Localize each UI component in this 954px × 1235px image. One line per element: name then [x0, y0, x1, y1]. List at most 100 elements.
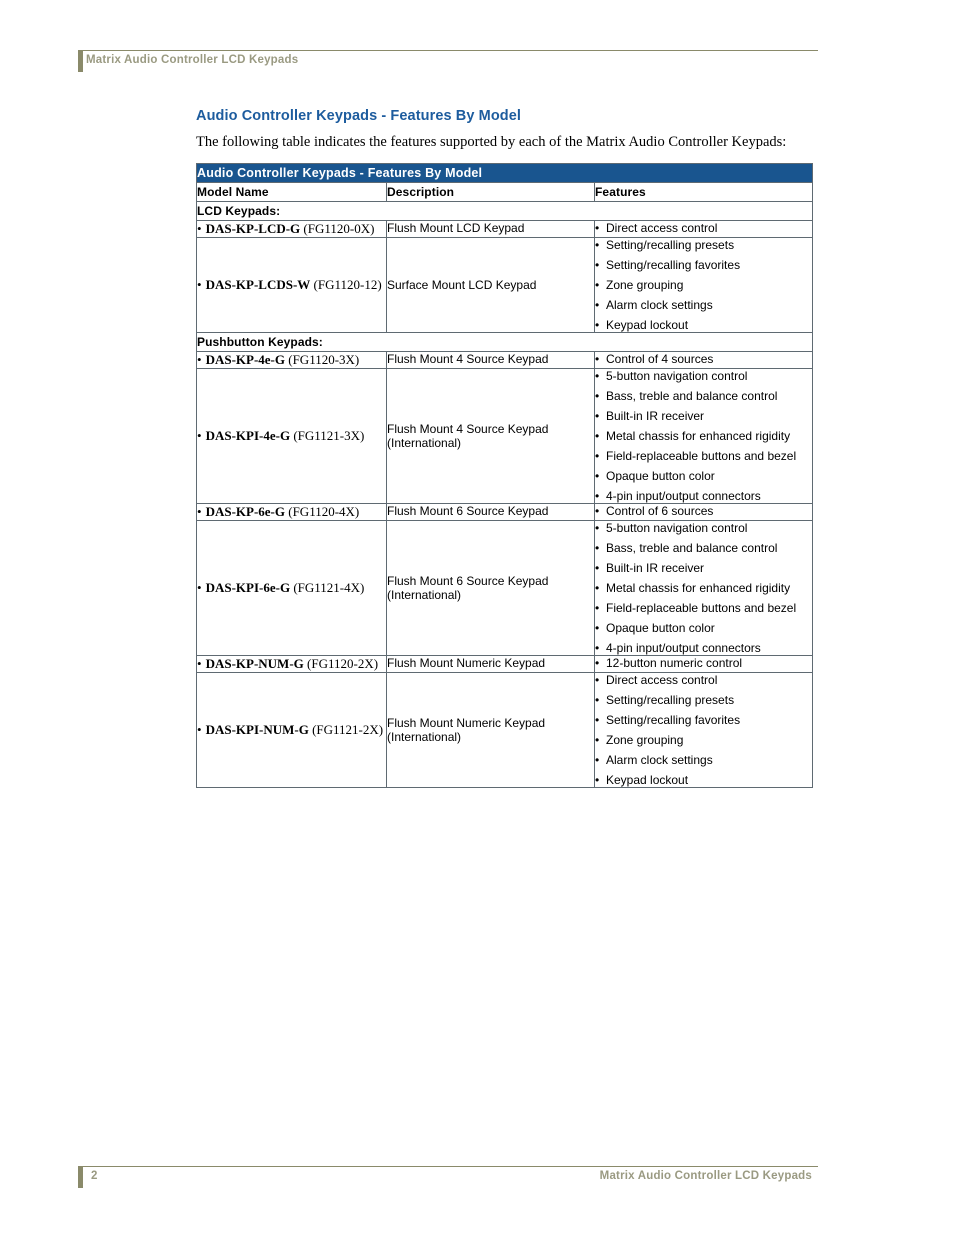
group-row-pushbutton: Pushbutton Keypads:: [195, 332, 814, 352]
model-name-cell: DAS-KPI-6e-G (FG1121-4X): [196, 520, 387, 656]
features-cell: Control of 6 sources: [593, 503, 814, 521]
features-list: Control of 6 sources: [595, 504, 812, 518]
footer-divider: [78, 1166, 818, 1167]
features-table-container: Audio Controller Keypads - Features By M…: [195, 163, 814, 788]
model-code-text: (FG1121-2X): [312, 722, 384, 737]
features-list: Direct access control Setting/recalling …: [595, 673, 812, 787]
group-label-lcd: LCD Keypads:: [197, 204, 281, 218]
feature-item: Keypad lockout: [595, 773, 812, 787]
model-name-text: DAS-KPI-4e-G: [205, 428, 291, 443]
feature-item: 12-button numeric control: [595, 656, 812, 670]
table-row: DAS-KPI-6e-G (FG1121-4X) Flush Mount 6 S…: [196, 520, 814, 656]
feature-item: Control of 4 sources: [595, 352, 812, 366]
features-cell: 5-button navigation control Bass, treble…: [593, 520, 814, 656]
feature-item: Alarm clock settings: [595, 298, 812, 312]
model-code-text: (FG1120-12): [313, 277, 382, 292]
features-list: Control of 4 sources: [595, 352, 812, 366]
features-list: 12-button numeric control: [595, 656, 812, 670]
feature-item: Alarm clock settings: [595, 753, 812, 767]
feature-item: Direct access control: [595, 673, 812, 687]
table-header-row: Model Name Description Features: [196, 182, 814, 202]
features-list: Direct access control: [595, 221, 812, 235]
bullet-marker: [197, 221, 206, 236]
running-head: Matrix Audio Controller LCD Keypads: [86, 54, 299, 66]
description-cell: Surface Mount LCD Keypad: [386, 237, 595, 333]
table-row: DAS-KP-LCD-G (FG1120-0X) Flush Mount LCD…: [196, 220, 814, 238]
model-name-text: DAS-KPI-6e-G: [205, 580, 291, 595]
table-row: DAS-KPI-4e-G (FG1121-3X) Flush Mount 4 S…: [196, 368, 814, 504]
feature-item: Field-replaceable buttons and bezel: [595, 601, 812, 615]
feature-item: Zone grouping: [595, 733, 812, 747]
table-caption-row: Audio Controller Keypads - Features By M…: [195, 163, 814, 183]
feature-item: 4-pin input/output connectors: [595, 641, 812, 655]
table-row: DAS-KPI-NUM-G (FG1121-2X) Flush Mount Nu…: [196, 672, 814, 788]
feature-item: Metal chassis for enhanced rigidity: [595, 581, 812, 595]
features-cell: Direct access control Setting/recalling …: [593, 672, 814, 788]
feature-item: 5-button navigation control: [595, 521, 812, 535]
model-code-text: (FG1120-3X): [288, 352, 360, 367]
model-name-cell: DAS-KPI-4e-G (FG1121-3X): [196, 368, 387, 504]
model-code-text: (FG1120-2X): [307, 656, 379, 671]
bullet-marker: [197, 352, 206, 367]
table-row: DAS-KP-NUM-G (FG1120-2X) Flush Mount Num…: [196, 655, 814, 673]
model-name-text: DAS-KP-6e-G: [205, 504, 285, 519]
features-cell: 5-button navigation control Bass, treble…: [593, 368, 814, 504]
features-table: Audio Controller Keypads - Features By M…: [195, 163, 814, 788]
feature-item: Field-replaceable buttons and bezel: [595, 449, 812, 463]
feature-item: 5-button navigation control: [595, 369, 812, 383]
page-title: Audio Controller Keypads - Features By M…: [196, 108, 522, 124]
group-label-pushbutton: Pushbutton Keypads:: [197, 335, 323, 349]
feature-item: Keypad lockout: [595, 318, 812, 332]
feature-item: Setting/recalling favorites: [595, 258, 812, 272]
header-accent-tab: [78, 50, 83, 72]
feature-item: Setting/recalling presets: [595, 693, 812, 707]
table-row: DAS-KP-LCDS-W (FG1120-12) Surface Mount …: [196, 237, 814, 333]
features-cell: Direct access control: [593, 220, 814, 238]
feature-item: Setting/recalling favorites: [595, 713, 812, 727]
description-cell: Flush Mount 4 Source Keypad (Internation…: [386, 368, 595, 504]
table-row: DAS-KP-4e-G (FG1120-3X) Flush Mount 4 So…: [196, 351, 814, 369]
feature-item: 4-pin input/output connectors: [595, 489, 812, 503]
model-name-text: DAS-KPI-NUM-G: [205, 722, 309, 737]
column-header-features-text: Features: [595, 185, 646, 199]
model-code-text: (FG1121-3X): [293, 428, 365, 443]
model-name-text: DAS-KP-LCDS-W: [205, 277, 311, 292]
bullet-marker: [197, 656, 206, 671]
bullet-marker: [197, 722, 206, 737]
column-header-features: Features: [593, 182, 814, 202]
features-cell: Setting/recalling presets Setting/recall…: [593, 237, 814, 333]
description-cell: Flush Mount 4 Source Keypad: [386, 351, 595, 369]
feature-item: Bass, treble and balance control: [595, 389, 812, 403]
group-row-lcd: LCD Keypads:: [195, 201, 814, 221]
model-name-cell: DAS-KP-LCD-G (FG1120-0X): [196, 220, 387, 238]
description-cell: Flush Mount Numeric Keypad: [386, 655, 595, 673]
model-name-cell: DAS-KP-LCDS-W (FG1120-12): [196, 237, 387, 333]
features-list: Setting/recalling presets Setting/recall…: [595, 238, 812, 332]
column-header-model: Model Name: [196, 182, 387, 202]
column-header-description-text: Description: [387, 185, 455, 199]
document-page: Matrix Audio Controller LCD Keypads Audi…: [0, 0, 954, 1235]
feature-item: Opaque button color: [595, 469, 812, 483]
description-cell: Flush Mount 6 Source Keypad: [386, 503, 595, 521]
feature-item: Metal chassis for enhanced rigidity: [595, 429, 812, 443]
features-list: 5-button navigation control Bass, treble…: [595, 369, 812, 503]
group-row-pushbutton-cell: Pushbutton Keypads:: [195, 332, 814, 352]
model-name-text: DAS-KP-LCD-G: [205, 221, 301, 236]
model-code-text: (FG1121-4X): [293, 580, 365, 595]
model-code-text: (FG1120-4X): [288, 504, 360, 519]
model-name-cell: DAS-KP-6e-G (FG1120-4X): [196, 503, 387, 521]
bullet-marker: [197, 504, 206, 519]
feature-item: Opaque button color: [595, 621, 812, 635]
model-name-cell: DAS-KP-4e-G (FG1120-3X): [196, 351, 387, 369]
model-name-cell: DAS-KPI-NUM-G (FG1121-2X): [196, 672, 387, 788]
feature-item: Direct access control: [595, 221, 812, 235]
features-cell: Control of 4 sources: [593, 351, 814, 369]
feature-item: Built-in IR receiver: [595, 561, 812, 575]
intro-paragraph: The following table indicates the featur…: [196, 134, 787, 150]
table-caption-cell: Audio Controller Keypads - Features By M…: [195, 163, 814, 183]
features-list: 5-button navigation control Bass, treble…: [595, 521, 812, 655]
model-name-text: DAS-KP-4e-G: [205, 352, 285, 367]
feature-item: Built-in IR receiver: [595, 409, 812, 423]
header-divider: [78, 50, 818, 51]
description-cell: Flush Mount Numeric Keypad (Internationa…: [386, 672, 595, 788]
